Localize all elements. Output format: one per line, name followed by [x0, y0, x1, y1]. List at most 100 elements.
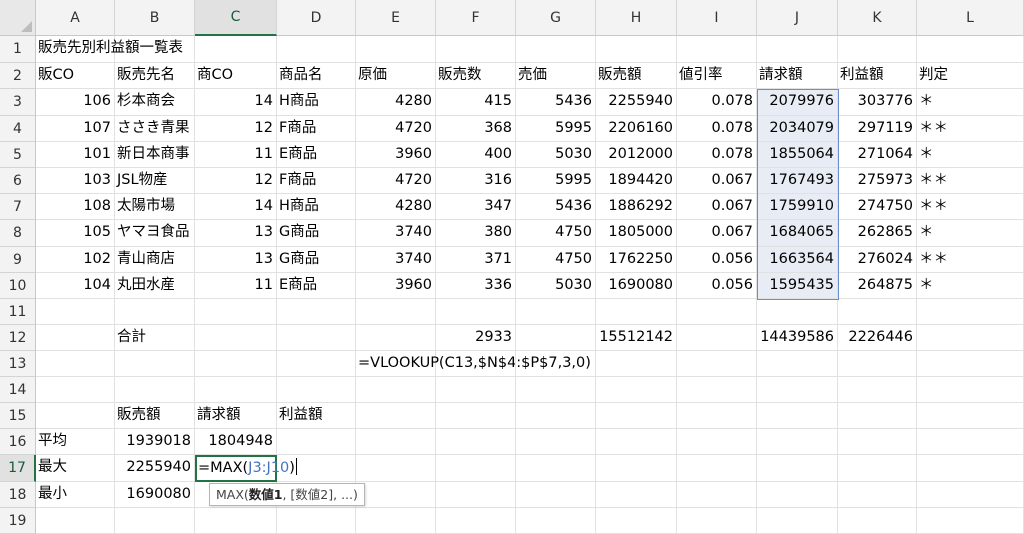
- cell-b12[interactable]: 合計: [115, 325, 195, 351]
- cell-f13[interactable]: [436, 351, 516, 377]
- row-header-13[interactable]: 13: [0, 351, 36, 377]
- cell-k2[interactable]: 利益額: [838, 63, 917, 89]
- cell-c8[interactable]: 13: [195, 220, 277, 247]
- cell-f10[interactable]: 336: [436, 273, 516, 299]
- cell-k12[interactable]: 2226446: [838, 325, 917, 351]
- cell-g1[interactable]: [516, 36, 596, 63]
- cell-k3[interactable]: 303776: [838, 89, 917, 116]
- cell-f5[interactable]: 400: [436, 142, 516, 168]
- cell-d6[interactable]: F商品: [277, 168, 356, 194]
- cell-b1[interactable]: [115, 36, 195, 63]
- cell-a9[interactable]: 102: [36, 247, 115, 273]
- cell-g4[interactable]: 5995: [516, 116, 596, 142]
- cell-a11[interactable]: [36, 299, 115, 325]
- row-header-4[interactable]: 4: [0, 116, 36, 142]
- cell-f1[interactable]: [436, 36, 516, 63]
- cell-j8[interactable]: 1684065: [757, 220, 838, 247]
- cell-h11[interactable]: [596, 299, 677, 325]
- cell-g5[interactable]: 5030: [516, 142, 596, 168]
- cell-b6[interactable]: JSL物産: [115, 168, 195, 194]
- cell-d15[interactable]: 利益額: [277, 403, 356, 429]
- cell-h2[interactable]: 販売額: [596, 63, 677, 89]
- cell-k19[interactable]: [838, 508, 917, 534]
- cell-k17[interactable]: [838, 455, 917, 482]
- cell-i8[interactable]: 0.067: [677, 220, 757, 247]
- cell-g13[interactable]: [516, 351, 596, 377]
- cell-l1[interactable]: [917, 36, 1024, 63]
- column-header-i[interactable]: I: [677, 0, 757, 36]
- cell-j10[interactable]: 1595435: [757, 273, 838, 299]
- cell-h17[interactable]: [596, 455, 677, 482]
- cell-i4[interactable]: 0.078: [677, 116, 757, 142]
- cell-j9[interactable]: 1663564: [757, 247, 838, 273]
- cell-a18[interactable]: 最小: [36, 482, 115, 508]
- cell-k4[interactable]: 297119: [838, 116, 917, 142]
- cell-l6[interactable]: ＊＊: [917, 168, 1024, 194]
- cell-g3[interactable]: 5436: [516, 89, 596, 116]
- cell-j5[interactable]: 1855064: [757, 142, 838, 168]
- cell-g10[interactable]: 5030: [516, 273, 596, 299]
- cell-c5[interactable]: 11: [195, 142, 277, 168]
- cell-l9[interactable]: ＊＊: [917, 247, 1024, 273]
- cell-d11[interactable]: [277, 299, 356, 325]
- cell-c11[interactable]: [195, 299, 277, 325]
- cell-d19[interactable]: [277, 508, 356, 534]
- row-header-1[interactable]: 1: [0, 36, 36, 63]
- cell-j19[interactable]: [757, 508, 838, 534]
- cell-f9[interactable]: 371: [436, 247, 516, 273]
- cell-e4[interactable]: 4720: [356, 116, 436, 142]
- cell-c4[interactable]: 12: [195, 116, 277, 142]
- cell-a8[interactable]: 105: [36, 220, 115, 247]
- cell-e11[interactable]: [356, 299, 436, 325]
- cell-k16[interactable]: [838, 429, 917, 455]
- cell-e1[interactable]: [356, 36, 436, 63]
- cell-g12[interactable]: [516, 325, 596, 351]
- column-header-a[interactable]: A: [36, 0, 115, 36]
- cell-e3[interactable]: 4280: [356, 89, 436, 116]
- cell-k1[interactable]: [838, 36, 917, 63]
- cell-d7[interactable]: H商品: [277, 194, 356, 220]
- row-header-12[interactable]: 12: [0, 325, 36, 351]
- cell-h10[interactable]: 1690080: [596, 273, 677, 299]
- cell-c3[interactable]: 14: [195, 89, 277, 116]
- cell-e7[interactable]: 4280: [356, 194, 436, 220]
- cell-l8[interactable]: ＊: [917, 220, 1024, 247]
- cell-l13[interactable]: [917, 351, 1024, 377]
- cell-d8[interactable]: G商品: [277, 220, 356, 247]
- row-header-18[interactable]: 18: [0, 482, 36, 508]
- cell-i5[interactable]: 0.078: [677, 142, 757, 168]
- cell-b7[interactable]: 太陽市場: [115, 194, 195, 220]
- cell-g2[interactable]: 売価: [516, 63, 596, 89]
- row-header-2[interactable]: 2: [0, 63, 36, 89]
- cell-f17[interactable]: [436, 455, 516, 482]
- cell-d10[interactable]: E商品: [277, 273, 356, 299]
- cell-b3[interactable]: 杉本商会: [115, 89, 195, 116]
- cell-i10[interactable]: 0.056: [677, 273, 757, 299]
- cell-g15[interactable]: [516, 403, 596, 429]
- cell-a16[interactable]: 平均: [36, 429, 115, 455]
- cell-i18[interactable]: [677, 482, 757, 508]
- column-header-g[interactable]: G: [516, 0, 596, 36]
- cell-f19[interactable]: [436, 508, 516, 534]
- cell-i17[interactable]: [677, 455, 757, 482]
- cell-edit-formula[interactable]: =MAX(J3:J10): [198, 456, 297, 481]
- row-header-8[interactable]: 8: [0, 220, 36, 247]
- column-header-c[interactable]: C: [195, 0, 277, 36]
- cell-k14[interactable]: [838, 377, 917, 403]
- cell-b16[interactable]: 1939018: [115, 429, 195, 455]
- cell-a2[interactable]: 販CO: [36, 63, 115, 89]
- cell-h19[interactable]: [596, 508, 677, 534]
- cell-d9[interactable]: G商品: [277, 247, 356, 273]
- cell-a13[interactable]: [36, 351, 115, 377]
- cell-i12[interactable]: [677, 325, 757, 351]
- cell-d2[interactable]: 商品名: [277, 63, 356, 89]
- cell-j2[interactable]: 請求額: [757, 63, 838, 89]
- cell-j18[interactable]: [757, 482, 838, 508]
- cell-i11[interactable]: [677, 299, 757, 325]
- cell-b13[interactable]: [115, 351, 195, 377]
- cell-k11[interactable]: [838, 299, 917, 325]
- cell-b2[interactable]: 販売先名: [115, 63, 195, 89]
- cell-j7[interactable]: 1759910: [757, 194, 838, 220]
- column-header-k[interactable]: K: [838, 0, 917, 36]
- cell-l3[interactable]: ＊: [917, 89, 1024, 116]
